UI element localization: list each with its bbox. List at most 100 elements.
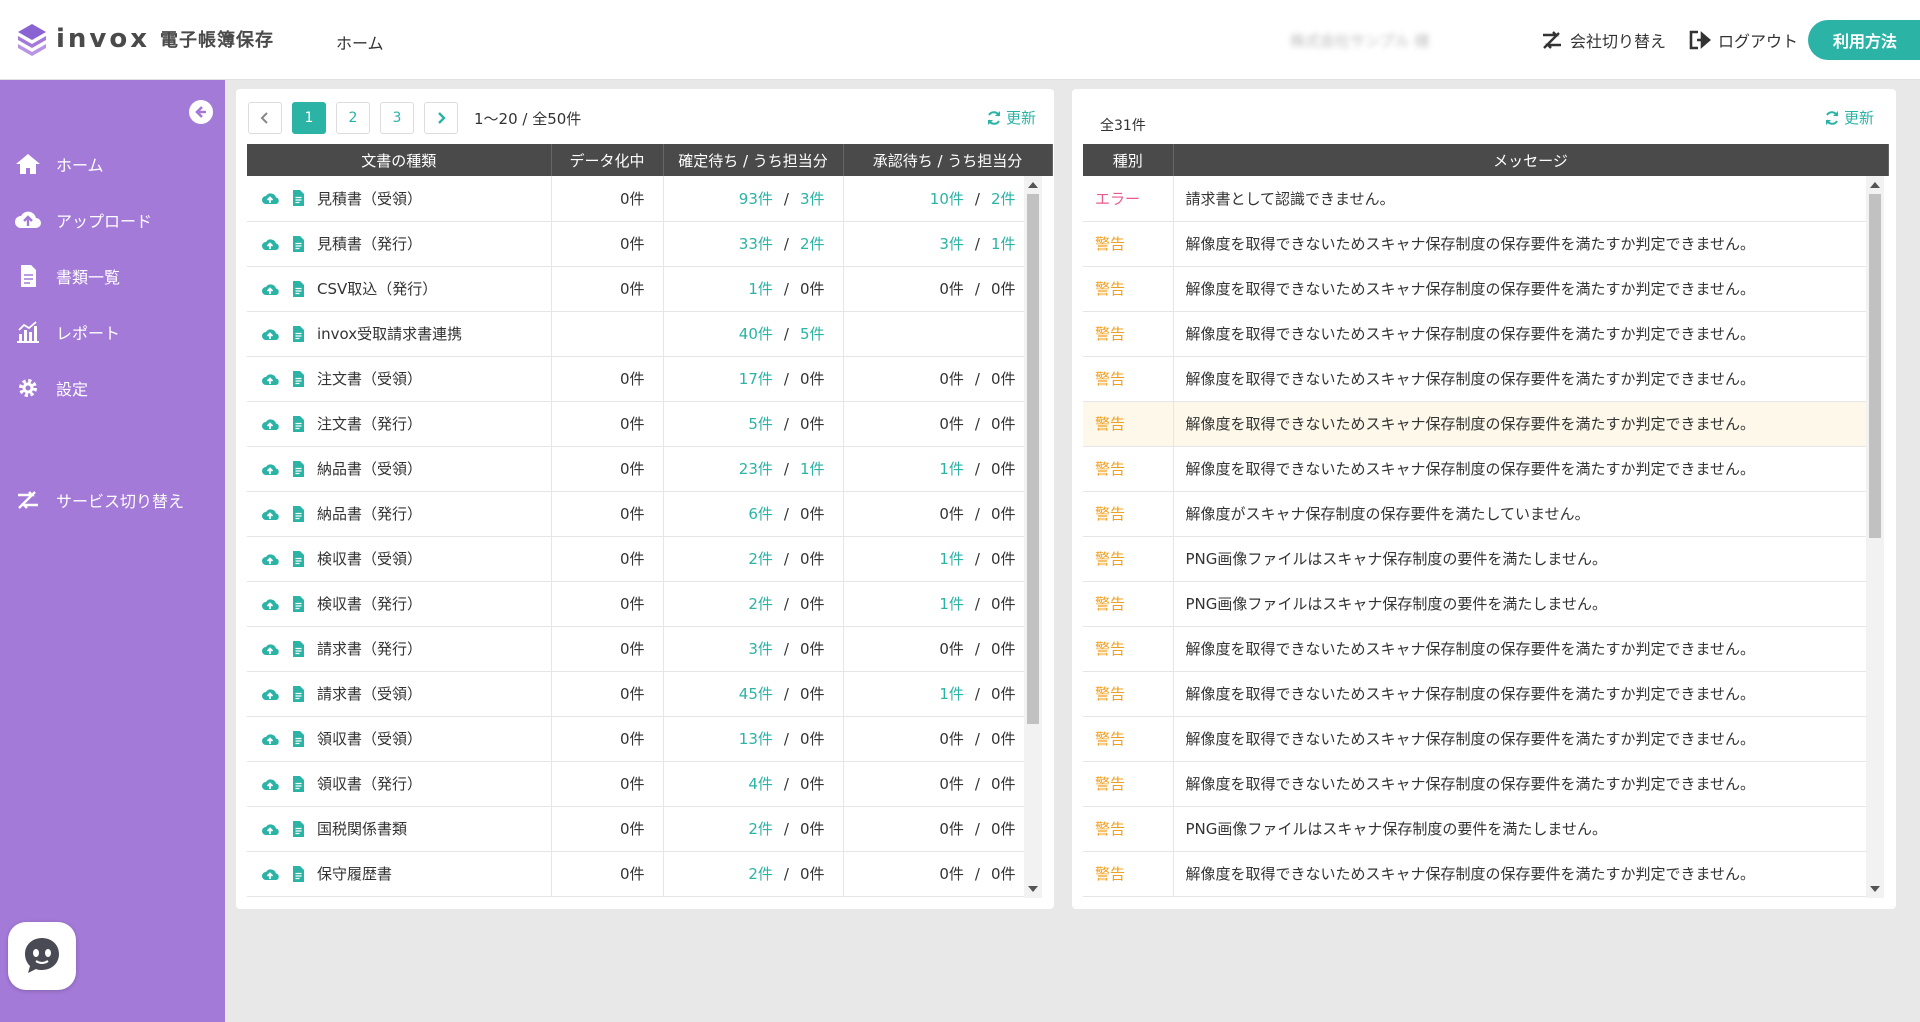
cloud-upload-icon[interactable] [261,280,279,298]
prev-page-button[interactable] [248,102,282,134]
cloud-upload-icon[interactable] [261,640,279,658]
count-value[interactable]: 5件 [800,325,825,343]
cloud-upload-icon[interactable] [261,189,279,207]
document-list-icon[interactable] [289,730,307,748]
cloud-upload-icon[interactable] [261,730,279,748]
sidebar-collapse-button[interactable] [189,100,213,124]
table-row[interactable]: 警告 解像度を取得できないためスキャナ保存制度の保存要件を満たすか判定できません。 [1083,401,1870,447]
document-list-icon[interactable] [289,460,307,478]
document-list-icon[interactable] [289,820,307,838]
table-row[interactable]: 警告 解像度を取得できないためスキャナ保存制度の保存要件を満たすか判定できません。 [1083,671,1870,717]
scroll-thumb[interactable] [1869,194,1881,538]
table-row[interactable]: 警告 解像度を取得できないためスキャナ保存制度の保存要件を満たすか判定できません。 [1083,716,1870,762]
count-value[interactable]: 6件 [748,505,773,523]
count-value[interactable]: 45件 [739,685,773,703]
page-1-button[interactable]: 1 [292,102,326,134]
document-list-icon[interactable] [289,865,307,883]
cloud-upload-icon[interactable] [261,595,279,613]
table-row[interactable]: 警告 解像度を取得できないためスキャナ保存制度の保存要件を満たすか判定できません。 [1083,851,1870,897]
brand-logo[interactable]: invox 電子帳簿保存 [16,22,274,56]
column-header[interactable]: 確定待ち / うち担当分 [663,144,844,176]
count-value[interactable]: 23件 [739,460,773,478]
column-header[interactable]: メッセージ [1173,144,1889,176]
column-header[interactable]: データ化中 [551,144,664,176]
count-value[interactable]: 3件 [800,190,825,208]
count-value[interactable]: 2件 [748,865,773,883]
document-list-icon[interactable] [289,640,307,658]
document-list-icon[interactable] [289,415,307,433]
table-row[interactable]: 警告 PNG画像ファイルはスキャナ保存制度の要件を満たしません。 [1083,581,1870,627]
table-row[interactable]: 警告 解像度を取得できないためスキャナ保存制度の保存要件を満たすか判定できません。 [1083,626,1870,672]
document-list-icon[interactable] [289,370,307,388]
scroll-up-icon[interactable] [1028,182,1038,188]
document-list-icon[interactable] [289,235,307,253]
cloud-upload-icon[interactable] [261,865,279,883]
count-value[interactable]: 1件 [991,235,1016,253]
table-row[interactable]: 警告 解像度を取得できないためスキャナ保存制度の保存要件を満たすか判定できません。 [1083,356,1870,402]
cloud-upload-icon[interactable] [261,550,279,568]
count-value[interactable]: 40件 [739,325,773,343]
scroll-down-icon[interactable] [1870,886,1880,892]
table-row[interactable]: 警告 PNG画像ファイルはスキャナ保存制度の要件を満たしません。 [1083,536,1870,582]
table-row[interactable]: 警告 解像度がスキャナ保存制度の保存要件を満たしていません。 [1083,491,1870,537]
document-list-icon[interactable] [289,595,307,613]
count-value[interactable]: 33件 [739,235,773,253]
document-list-icon[interactable] [289,775,307,793]
table-row[interactable]: 警告 解像度を取得できないためスキャナ保存制度の保存要件を満たすか判定できません。 [1083,761,1870,807]
scroll-thumb[interactable] [1027,194,1039,724]
count-value[interactable]: 1件 [939,595,964,613]
count-value[interactable]: 1件 [939,460,964,478]
table-row[interactable]: 警告 解像度を取得できないためスキャナ保存制度の保存要件を満たすか判定できません。 [1083,311,1870,357]
sidebar-item-home[interactable]: ホーム [14,152,104,176]
count-value[interactable]: 3件 [939,235,964,253]
sidebar-item-report[interactable]: レポート [14,320,120,344]
count-value[interactable]: 13件 [739,730,773,748]
count-value[interactable]: 1件 [748,280,773,298]
right-table-scrollbar[interactable] [1866,176,1884,898]
count-value[interactable]: 2件 [800,235,825,253]
cloud-upload-icon[interactable] [261,370,279,388]
sidebar-item-service-switch[interactable]: サービス切り替え [14,488,184,512]
count-value[interactable]: 2件 [748,550,773,568]
cloud-upload-icon[interactable] [261,460,279,478]
count-value[interactable]: 93件 [739,190,773,208]
cloud-upload-icon[interactable] [261,685,279,703]
refresh-button[interactable]: 更新 [986,107,1036,128]
next-page-button[interactable] [424,102,458,134]
count-value[interactable]: 4件 [748,775,773,793]
count-value[interactable]: 5件 [748,415,773,433]
document-list-icon[interactable] [289,550,307,568]
document-list-icon[interactable] [289,325,307,343]
count-value[interactable]: 1件 [800,460,825,478]
page-3-button[interactable]: 3 [380,102,414,134]
count-value[interactable]: 2件 [748,595,773,613]
document-list-icon[interactable] [289,685,307,703]
cloud-upload-icon[interactable] [261,325,279,343]
count-value[interactable]: 2件 [748,820,773,838]
document-list-icon[interactable] [289,189,307,207]
column-header[interactable]: 種別 [1083,144,1174,176]
logout-button[interactable]: ログアウト [1688,28,1798,52]
sidebar-item-settings[interactable]: 設定 [14,376,88,400]
scroll-down-icon[interactable] [1028,886,1038,892]
column-header[interactable]: 文書の種類 [247,144,552,176]
usage-guide-button[interactable]: 利用方法 [1808,20,1920,60]
cloud-upload-icon[interactable] [261,775,279,793]
sidebar-item-documents[interactable]: 書類一覧 [14,264,120,288]
table-row[interactable]: 警告 解像度を取得できないためスキャナ保存制度の保存要件を満たすか判定できません。 [1083,266,1870,312]
table-row[interactable]: エラー 請求書として認識できません。 [1083,176,1870,222]
switch-company-button[interactable]: 会社切り替え [1540,28,1666,52]
chat-support-button[interactable] [8,922,76,990]
refresh-button[interactable]: 更新 [1824,107,1874,128]
count-value[interactable]: 17件 [739,370,773,388]
count-value[interactable]: 3件 [748,640,773,658]
column-header[interactable]: 承認待ち / うち担当分 [843,144,1053,176]
cloud-upload-icon[interactable] [261,505,279,523]
document-list-icon[interactable] [289,505,307,523]
count-value[interactable]: 2件 [991,190,1016,208]
table-row[interactable]: 警告 解像度を取得できないためスキャナ保存制度の保存要件を満たすか判定できません。 [1083,221,1870,267]
page-2-button[interactable]: 2 [336,102,370,134]
count-value[interactable]: 1件 [939,685,964,703]
cloud-upload-icon[interactable] [261,820,279,838]
document-list-icon[interactable] [289,280,307,298]
